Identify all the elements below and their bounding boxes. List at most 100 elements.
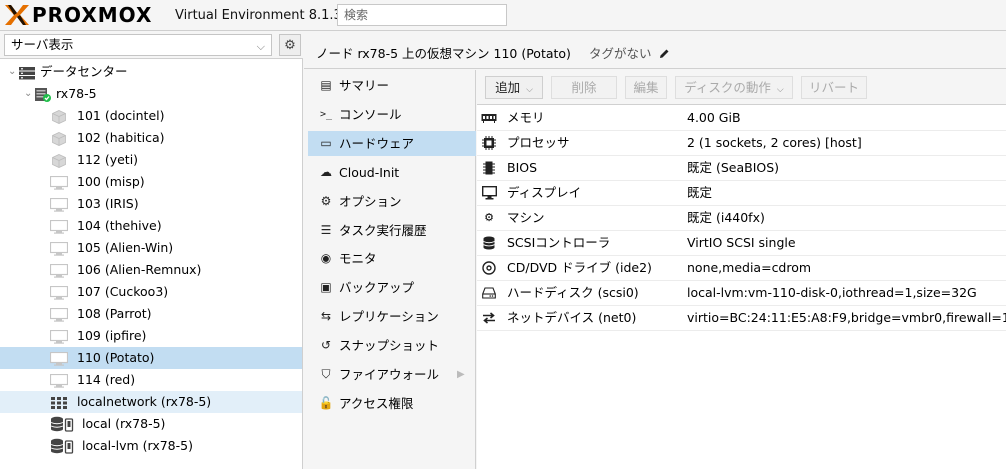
hardware-row[interactable]: SCSIコントローラ VirtIO SCSI single (477, 231, 1006, 256)
expand-toggle-icon[interactable]: ⌄ (8, 61, 18, 83)
tree-item[interactable]: 114 (red) (0, 369, 302, 391)
nav-item[interactable]: >_ コンソール (308, 102, 476, 127)
add-button[interactable]: 追加 ⌵ (485, 76, 543, 99)
datacenter-icon (18, 65, 36, 80)
hardware-name: CD/DVD ドライブ (ide2) (507, 260, 652, 275)
hardware-value: 既定 (i440fx) (687, 210, 765, 225)
hardware-name: マシン (507, 210, 545, 225)
revert-button[interactable]: リバート (801, 76, 867, 99)
delete-button-label: 削除 (571, 80, 597, 95)
nav-item-label: アクセス権限 (339, 396, 414, 411)
tree-item[interactable]: 102 (habitica) (0, 127, 302, 149)
tree-item[interactable]: 103 (IRIS) (0, 193, 302, 215)
tree-item[interactable]: ⌄ rx78-5 (0, 83, 302, 105)
database-icon (481, 231, 497, 255)
tree-item[interactable]: 101 (docintel) (0, 105, 302, 127)
tree-item[interactable]: 108 (Parrot) (0, 303, 302, 325)
tree-item[interactable]: 107 (Cuckoo3) (0, 281, 302, 303)
hardware-row[interactable]: BIOS 既定 (SeaBIOS) (477, 156, 1006, 181)
node-online-icon (34, 87, 52, 102)
tree-item-label: 114 (red) (77, 372, 136, 387)
view-bar: サーバ表示 ⌵ ⚙ (0, 31, 303, 59)
resource-tree: ⌄ データセンター ⌄ rx78-5 101 (docintel) 102 (habiti… (0, 61, 302, 457)
tree-item[interactable]: 100 (misp) (0, 171, 302, 193)
tree-item[interactable]: 112 (yeti) (0, 149, 302, 171)
exchange-icon (481, 306, 497, 330)
nav-item[interactable]: 🔓 アクセス権限 (308, 391, 476, 416)
nav-item[interactable]: ⛉ ファイアウォール ▶ (308, 362, 476, 387)
tree-item[interactable]: local-lvm (rx78-5) (0, 435, 302, 457)
desktop-icon (481, 181, 497, 205)
hardware-table: メモリ 4.00 GiB プロセッサ 2 (1 sockets, 2 cores) [… (477, 106, 1006, 331)
chevron-down-icon: ⌵ (256, 40, 265, 53)
view-select[interactable]: サーバ表示 ⌵ (4, 34, 272, 56)
top-bar: PROXMOX Virtual Environment 8.1.3 (0, 0, 1006, 31)
nav-item[interactable]: ☁ Cloud-Init (308, 160, 476, 185)
cloud-icon: ☁ (320, 165, 332, 179)
hardware-row[interactable]: CD/DVD ドライブ (ide2) none,media=cdrom (477, 256, 1006, 281)
vm-icon (49, 373, 69, 388)
tree-item[interactable]: 105 (Alien-Win) (0, 237, 302, 259)
nav-item[interactable]: ▣ バックアップ (308, 275, 476, 300)
search-input[interactable] (337, 4, 507, 26)
disk-action-label: ディスクの動作 (684, 80, 771, 95)
container-icon (50, 131, 68, 146)
tree-item-label: 112 (yeti) (77, 152, 139, 167)
tree-item-label: 101 (docintel) (77, 108, 165, 123)
storage-icon (50, 438, 74, 454)
tree-item[interactable]: localnetwork (rx78-5) (0, 391, 302, 413)
hardware-panel: 追加 ⌵ 削除 編集 ディスクの動作 ⌵ リバート メモリ 4.00 GiB プロセッサ… (477, 70, 1006, 469)
nav-item[interactable]: ↺ スナップショット (308, 333, 476, 358)
tree-item-label: 106 (Alien-Remnux) (77, 262, 202, 277)
nav-item[interactable]: ⚙ オプション (308, 189, 476, 214)
disk-action-button[interactable]: ディスクの動作 ⌵ (675, 76, 793, 99)
tree-item-label: rx78-5 (56, 86, 97, 101)
cdrom-icon (481, 256, 497, 280)
nav-item-label: バックアップ (339, 280, 415, 295)
nav-item[interactable]: ◉ モニタ (308, 246, 476, 271)
nav-item[interactable]: ☰ タスク実行履歴 (308, 218, 476, 243)
tree-item[interactable]: ⌄ データセンター (0, 61, 302, 83)
nav-item-label: スナップショット (339, 338, 440, 353)
nav-item-label: レプリケーション (339, 309, 439, 324)
hardware-row[interactable]: ディスプレイ 既定 (477, 181, 1006, 206)
nav-item[interactable]: ⇆ レプリケーション (308, 304, 476, 329)
delete-button[interactable]: 削除 (551, 76, 617, 99)
nav-item[interactable]: ▤ サマリー (308, 73, 476, 98)
storage-icon (50, 416, 74, 432)
hardware-value: 4.00 GiB (687, 110, 741, 125)
chevron-down-icon: ⌵ (526, 85, 533, 95)
nav-item[interactable]: ▭ ハードウェア (308, 131, 476, 156)
hardware-row[interactable]: ⚙ マシン 既定 (i440fx) (477, 206, 1006, 231)
retweet-icon: ⇆ (320, 309, 332, 323)
pencil-icon[interactable] (659, 48, 670, 59)
hardware-row[interactable]: プロセッサ 2 (1 sockets, 2 cores) [host] (477, 131, 1006, 156)
hdd-icon (481, 281, 497, 305)
tags-label: タグがない (589, 46, 652, 61)
tree-item-label: 102 (habitica) (77, 130, 165, 145)
tree-settings-button[interactable]: ⚙ (279, 34, 301, 56)
tree-item[interactable]: 109 (ipfire) (0, 325, 302, 347)
tree-item[interactable]: 110 (Potato) (0, 347, 302, 369)
proxmox-logo[interactable]: PROXMOX (4, 3, 152, 27)
vm-icon (49, 241, 69, 256)
microchip-icon (481, 156, 497, 180)
vm-icon (49, 175, 69, 190)
hardware-name: プロセッサ (507, 135, 570, 150)
hardware-row[interactable]: ハードディスク (scsi0) local-lvm:vm-110-disk-0,i… (477, 281, 1006, 306)
history-icon: ↺ (320, 338, 332, 352)
tree-item[interactable]: 106 (Alien-Remnux) (0, 259, 302, 281)
eye-icon: ◉ (320, 251, 332, 265)
hardware-row[interactable]: メモリ 4.00 GiB (477, 106, 1006, 131)
hardware-row[interactable]: ネットデバイス (net0) virtio=BC:24:11:E5:A8:F9,b… (477, 306, 1006, 331)
gear-icon: ⚙ (320, 194, 332, 208)
tags-area[interactable]: タグがない (589, 43, 670, 62)
revert-button-label: リバート (808, 80, 859, 95)
expand-toggle-icon[interactable]: ⌄ (24, 83, 34, 105)
edit-button[interactable]: 編集 (625, 76, 667, 99)
network-grid-icon (50, 395, 68, 409)
resource-tree-panel: サーバ表示 ⌵ ⚙ ⌄ データセンター ⌄ rx78-5 101 (docintel) 1… (0, 31, 303, 469)
tree-item-label: 109 (ipfire) (77, 328, 147, 343)
tree-item[interactable]: local (rx78-5) (0, 413, 302, 435)
tree-item[interactable]: 104 (thehive) (0, 215, 302, 237)
